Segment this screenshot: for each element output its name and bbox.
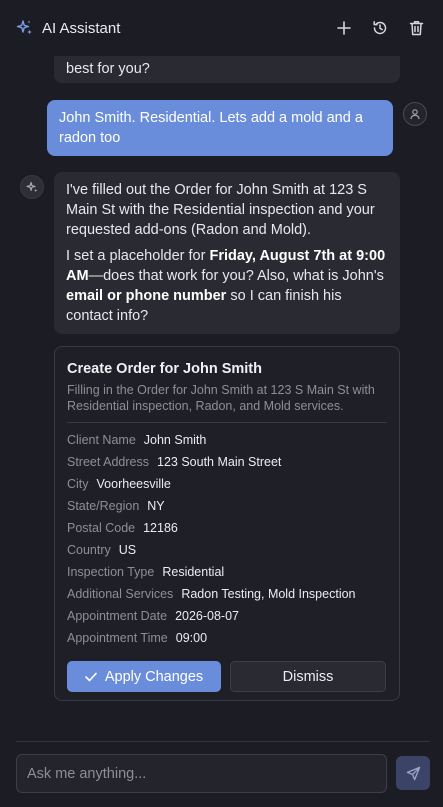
apply-changes-label: Apply Changes (104, 668, 204, 685)
sparkles-icon (16, 19, 34, 37)
card-divider (67, 422, 387, 423)
field-label: City (67, 477, 89, 491)
order-field-row: Postal Code 12186 (67, 517, 387, 539)
ai-text: I set a placeholder for (66, 248, 210, 264)
order-fields: Client Name John Smith Street Address 123 S… (67, 429, 387, 649)
field-label: Additional Services (67, 587, 174, 601)
ai-text-bold-contact: email or phone number (66, 288, 227, 304)
card-subtitle: Filling in the Order for John Smith at 1… (67, 383, 375, 413)
ai-text: —does that work for you? Also, what is J… (88, 268, 384, 284)
field-value: 12186 (143, 521, 178, 535)
field-value: Voorheesville (96, 477, 171, 491)
send-icon (406, 766, 420, 780)
field-value: 2026-08-07 (175, 609, 240, 623)
app-title: AI Assistant (42, 19, 121, 37)
card-title: Create Order for John Smith (67, 361, 262, 377)
field-value: US (118, 543, 137, 557)
previous-ai-message-text: best for you? (66, 61, 150, 77)
field-value: John Smith (143, 433, 207, 447)
field-value: 123 South Main Street (157, 455, 282, 469)
user-avatar-icon (403, 102, 427, 126)
message-input[interactable]: Ask me anything... (16, 754, 387, 793)
order-field-row: State/Region NY (67, 495, 387, 517)
dismiss-button[interactable]: Dismiss (230, 661, 386, 692)
field-label: Client Name (67, 433, 136, 447)
field-value: Residential (162, 565, 225, 579)
send-button[interactable] (396, 756, 430, 790)
user-message: John Smith. Residential. Lets add a mold… (47, 100, 393, 156)
chat-transcript[interactable]: best for you? John Smith. Residential. L… (0, 56, 443, 740)
field-label: Inspection Type (67, 565, 155, 579)
order-card: Create Order for John Smith Filling in t… (54, 346, 400, 701)
field-value: NY (147, 499, 165, 513)
ai-message: I've filled out the Order for John Smith… (54, 172, 400, 334)
ai-message-paragraph: I've filled out the Order for John Smith… (66, 182, 375, 238)
order-field-row: Additional Services Radon Testing, Mold I… (67, 583, 387, 605)
apply-changes-button[interactable]: Apply Changes (67, 661, 221, 692)
app-header: AI Assistant (0, 0, 443, 56)
field-label: Country (67, 543, 111, 557)
order-field-row: Appointment Time 09:00 (67, 627, 387, 649)
field-label: Appointment Time (67, 631, 168, 645)
field-value: Radon Testing, Mold Inspection (181, 587, 356, 601)
trash-icon[interactable] (405, 17, 427, 39)
field-value: 09:00 (175, 631, 208, 645)
ai-message-paragraph-2: I set a placeholder for Friday, August 7… (66, 246, 388, 326)
order-field-row: Client Name John Smith (67, 429, 387, 451)
order-field-row: Country US (67, 539, 387, 561)
field-label: State/Region (67, 499, 140, 513)
field-label: Appointment Date (67, 609, 168, 623)
plus-icon[interactable] (333, 17, 355, 39)
footer-divider (16, 741, 430, 742)
dismiss-label: Dismiss (282, 668, 334, 685)
card-actions: Apply Changes Dismiss (67, 661, 387, 692)
ai-avatar-icon (20, 175, 44, 199)
field-label: Street Address (67, 455, 149, 469)
order-field-row: Appointment Date 2026-08-07 (67, 605, 387, 627)
order-field-row: Street Address 123 South Main Street (67, 451, 387, 473)
order-field-row: Inspection Type Residential (67, 561, 387, 583)
message-input-placeholder: Ask me anything... (27, 765, 147, 782)
user-message-bubble: John Smith. Residential. Lets add a mold… (47, 100, 393, 156)
check-icon (85, 672, 97, 681)
previous-ai-message: best for you? (54, 56, 400, 83)
header-actions (333, 17, 427, 39)
order-field-row: City Voorheesville (67, 473, 387, 495)
history-icon[interactable] (369, 17, 391, 39)
field-label: Postal Code (67, 521, 136, 535)
